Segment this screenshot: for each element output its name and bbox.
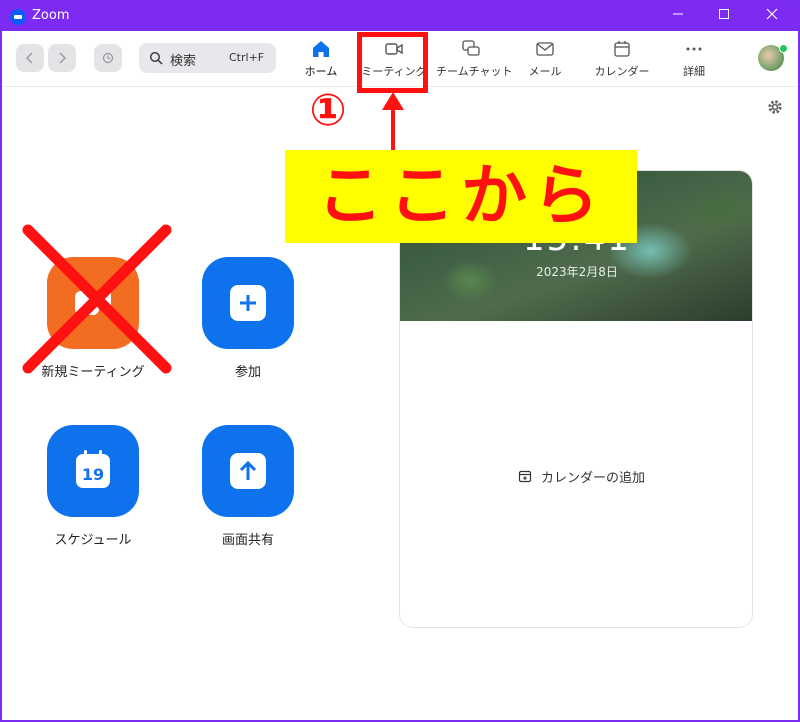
search-icon [149, 51, 163, 65]
history-icon [102, 52, 114, 64]
highlight-box [357, 32, 428, 93]
tab-more-label: 詳細 [683, 65, 705, 78]
mail-icon [536, 42, 554, 56]
schedule-button[interactable]: 19 [47, 425, 139, 517]
share-icon-box [230, 453, 266, 489]
history-button[interactable] [94, 44, 122, 72]
title-bar: Zoom [2, 2, 798, 31]
maximize-icon [719, 9, 729, 19]
join-button[interactable] [202, 257, 294, 349]
tab-calendar[interactable]: カレンダー [592, 39, 652, 83]
share-screen-label: 画面共有 [221, 533, 274, 548]
home-icon [313, 41, 329, 57]
cross-mark-icon [22, 224, 172, 374]
search-box[interactable]: 検索 Ctrl+F [139, 43, 276, 73]
maximize-button[interactable] [702, 3, 746, 30]
annotation-banner-text: ここから [317, 157, 605, 234]
schedule-label: スケジュール [54, 533, 132, 548]
chat-bubbles-icon [462, 40, 480, 56]
gear-icon[interactable] [766, 98, 784, 116]
join-label: 参加 [234, 365, 261, 380]
share-arrow-up-icon [239, 460, 257, 480]
close-button[interactable] [750, 3, 794, 30]
search-label: 検索 [170, 54, 197, 69]
presence-status-icon [779, 44, 788, 53]
close-icon [766, 8, 778, 20]
share-screen-button[interactable] [202, 425, 294, 517]
chevron-right-icon [59, 52, 67, 64]
tab-mail-label: メール [528, 65, 562, 78]
annotation-banner: ここから [285, 150, 637, 243]
chevron-left-icon [25, 52, 33, 64]
step-number: ① [309, 85, 347, 136]
back-button[interactable] [16, 44, 44, 72]
plus-icon [240, 295, 256, 311]
forward-button[interactable] [48, 44, 76, 72]
join-icon-box [230, 285, 266, 321]
more-dots-icon [686, 47, 702, 51]
window-title: Zoom [32, 8, 70, 23]
tab-team-chat[interactable]: チームチャット [436, 39, 513, 83]
tab-home-label: ホーム [304, 65, 338, 78]
add-calendar-label: カレンダーの追加 [541, 471, 646, 486]
minimize-icon [673, 13, 683, 15]
tab-mail[interactable]: メール [520, 39, 570, 83]
calendar-day-text: 19 [82, 465, 104, 484]
tab-calendar-label: カレンダー [594, 65, 650, 78]
current-date: 2023年2月8日 [536, 265, 618, 279]
arrow-up-icon [382, 92, 404, 150]
add-calendar-button[interactable]: カレンダーの追加 [518, 467, 645, 486]
tab-more[interactable]: 詳細 [674, 39, 714, 83]
search-shortcut: Ctrl+F [229, 51, 265, 64]
calendar-add-icon [518, 470, 532, 483]
tab-team-chat-label: チームチャット [436, 65, 513, 78]
calendar-19-icon: 19 [76, 450, 110, 488]
calendar-icon [614, 41, 630, 57]
tab-home[interactable]: ホーム [296, 39, 346, 83]
zoom-logo-icon [10, 9, 26, 25]
minimize-button[interactable] [656, 3, 700, 30]
